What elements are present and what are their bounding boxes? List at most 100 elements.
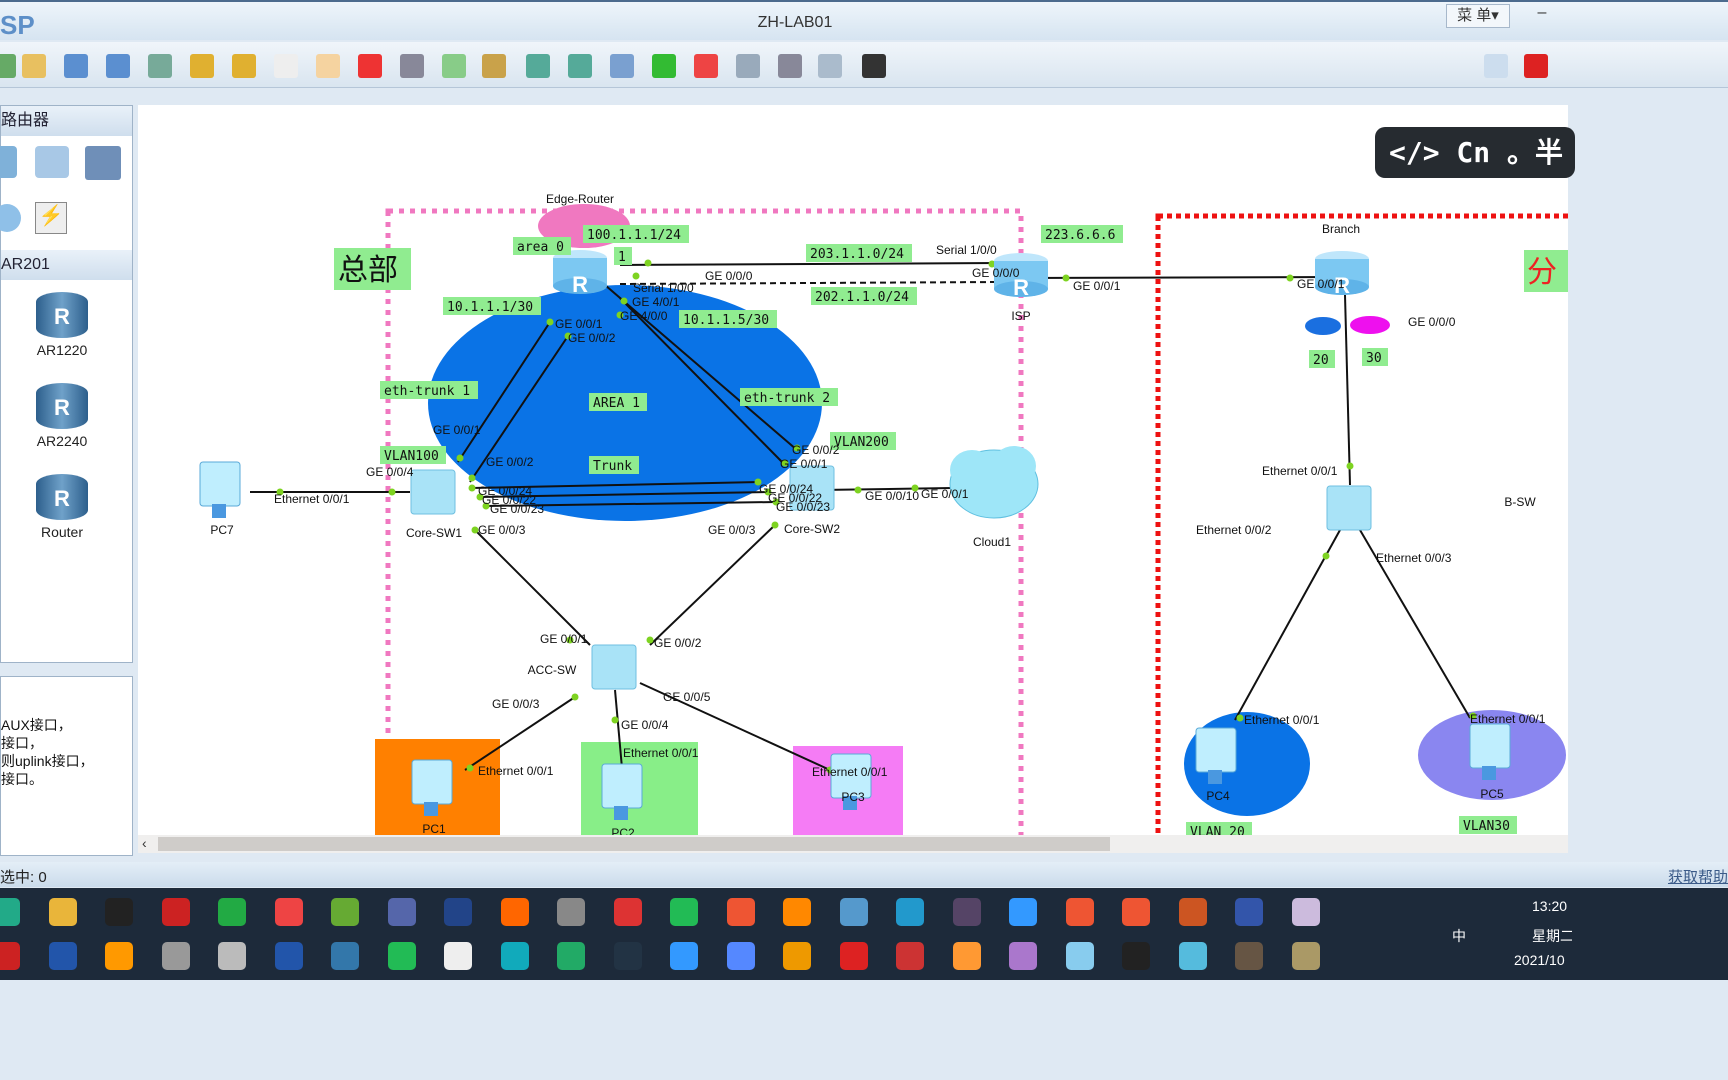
topology-diagram[interactable]: R R REdge-RouterISPBranchCore-SW1 Core-SW2A… xyxy=(138,105,1568,835)
taskbar-app-icon[interactable] xyxy=(839,898,868,926)
taskbar-app-icon[interactable] xyxy=(952,898,981,926)
start-device-icon[interactable] xyxy=(652,54,676,78)
taskbar-app-icon[interactable] xyxy=(274,942,303,970)
taskbar-app-icon[interactable] xyxy=(387,898,416,926)
rectangle-icon[interactable] xyxy=(482,54,506,78)
cloud1-icon[interactable] xyxy=(949,446,1039,519)
horizontal-scrollbar[interactable]: ‹ xyxy=(138,835,1568,853)
save-as-icon[interactable] xyxy=(106,54,130,78)
taskbar-app-icon[interactable] xyxy=(1235,898,1263,926)
print-icon[interactable] xyxy=(148,54,172,78)
pc4-icon[interactable] xyxy=(1195,727,1237,773)
pc1-icon[interactable] xyxy=(411,759,453,805)
pc5-icon[interactable] xyxy=(1469,723,1511,769)
topology-icon[interactable] xyxy=(778,54,802,78)
taskbar-app-icon[interactable] xyxy=(1065,942,1094,970)
save-icon[interactable] xyxy=(64,54,88,78)
taskbar-app-icon[interactable] xyxy=(48,898,77,926)
ime-toolbar[interactable]: </> Cn 。半 xyxy=(1375,127,1575,178)
scroll-left-icon[interactable]: ‹ xyxy=(142,835,147,851)
taskbar-app-icon[interactable] xyxy=(0,898,20,926)
pc7-icon[interactable] xyxy=(199,461,241,507)
taskbar-app-icon[interactable] xyxy=(1065,898,1094,926)
taskbar-app-icon[interactable] xyxy=(896,942,924,970)
taskbar-app-icon[interactable] xyxy=(387,942,416,970)
taskbar-app-icon[interactable] xyxy=(1178,942,1207,970)
device-router[interactable]: R Router xyxy=(32,474,92,540)
taskbar-app-icon[interactable] xyxy=(161,898,190,926)
link-cable[interactable] xyxy=(1344,294,1351,486)
open-icon[interactable] xyxy=(22,54,46,78)
taskbar-app-icon[interactable] xyxy=(161,942,190,970)
taskbar-app-icon[interactable] xyxy=(896,898,924,926)
taskbar-app-icon[interactable] xyxy=(274,898,303,926)
core-sw1-icon[interactable] xyxy=(410,469,456,515)
screenshot-icon[interactable] xyxy=(862,54,886,78)
link-cable-icon[interactable]: ⚡ xyxy=(35,202,67,234)
taskbar-app-icon[interactable] xyxy=(1235,942,1263,970)
taskbar-app-icon[interactable] xyxy=(557,942,585,970)
undo-icon[interactable] xyxy=(190,54,214,78)
delete-icon[interactable] xyxy=(358,54,382,78)
wireless-ap-icon[interactable] xyxy=(35,146,69,178)
acc-sw-icon[interactable] xyxy=(591,644,637,690)
ime-indicator[interactable]: 中 xyxy=(1452,926,1466,946)
text-comment-icon[interactable] xyxy=(442,54,466,78)
category-header[interactable]: 路由器 xyxy=(1,106,132,136)
taskbar-app-icon[interactable] xyxy=(1178,898,1207,926)
taskbar-app-icon[interactable] xyxy=(1009,942,1037,970)
taskbar-app-icon[interactable] xyxy=(613,898,642,926)
taskbar-app-icon[interactable] xyxy=(726,942,755,970)
taskbar-app-icon[interactable] xyxy=(444,898,472,926)
cloud-type-icon[interactable] xyxy=(0,204,21,232)
taskbar-app-icon[interactable] xyxy=(105,898,133,926)
taskbar-app-icon[interactable] xyxy=(444,942,472,970)
link-cable[interactable] xyxy=(474,529,591,646)
taskbar-app-icon[interactable] xyxy=(500,898,529,926)
clock[interactable]: 13:20 xyxy=(1532,898,1567,914)
help-link[interactable]: 获取帮助 xyxy=(1668,866,1728,887)
taskbar-app-icon[interactable] xyxy=(670,898,698,926)
device-ar1220[interactable]: R AR1220 xyxy=(32,292,92,358)
firewall-icon[interactable] xyxy=(85,146,121,180)
router-type-icon[interactable] xyxy=(0,146,17,178)
stop-device-icon[interactable] xyxy=(694,54,718,78)
taskbar-app-icon[interactable] xyxy=(105,942,133,970)
pan-hand-icon[interactable] xyxy=(316,54,340,78)
taskbar-app-icon[interactable] xyxy=(839,942,868,970)
huawei-logo-icon[interactable] xyxy=(1524,54,1548,78)
taskbar-app-icon[interactable] xyxy=(1122,942,1150,970)
redo-icon[interactable] xyxy=(232,54,256,78)
edge-router-icon[interactable]: R xyxy=(553,250,607,297)
taskbar-app-icon[interactable] xyxy=(783,942,811,970)
taskbar-app-icon[interactable] xyxy=(1291,898,1320,926)
taskbar-app-icon[interactable] xyxy=(331,942,359,970)
capture-icon[interactable] xyxy=(736,54,760,78)
chat-icon[interactable] xyxy=(1484,54,1508,78)
device-ar2240[interactable]: R AR2240 xyxy=(32,383,92,449)
taskbar-app-icon[interactable] xyxy=(1009,898,1037,926)
new-topology-icon[interactable] xyxy=(0,54,16,78)
link-cable[interactable] xyxy=(619,262,1001,266)
taskbar-app-icon[interactable] xyxy=(557,898,585,926)
grid-icon[interactable] xyxy=(818,54,842,78)
taskbar-app-icon[interactable] xyxy=(952,942,981,970)
zoom-out-icon[interactable] xyxy=(568,54,592,78)
taskbar-app-icon[interactable] xyxy=(331,898,359,926)
taskbar-app-icon[interactable] xyxy=(1122,898,1150,926)
menu-button[interactable]: 菜 单▾ xyxy=(1446,4,1510,28)
b-sw-icon[interactable] xyxy=(1326,485,1372,531)
taskbar-app-icon[interactable] xyxy=(670,942,698,970)
minimize-button[interactable]: – xyxy=(1522,4,1562,28)
taskbar-app-icon[interactable] xyxy=(48,942,77,970)
zoom-in-icon[interactable] xyxy=(526,54,550,78)
taskbar-app-icon[interactable] xyxy=(613,942,642,970)
taskbar-app-icon[interactable] xyxy=(500,942,529,970)
taskbar-app-icon[interactable] xyxy=(1291,942,1320,970)
subcategory-header[interactable]: AR201 xyxy=(1,250,132,280)
taskbar-app-icon[interactable] xyxy=(218,942,246,970)
select-pointer-icon[interactable] xyxy=(274,54,298,78)
taskbar-app-icon[interactable] xyxy=(783,898,811,926)
topology-canvas[interactable]: R R R Edge-Router ISP Branch Core-SW1 Core-SW2 A… xyxy=(138,105,1568,835)
delete-link-icon[interactable] xyxy=(400,54,424,78)
